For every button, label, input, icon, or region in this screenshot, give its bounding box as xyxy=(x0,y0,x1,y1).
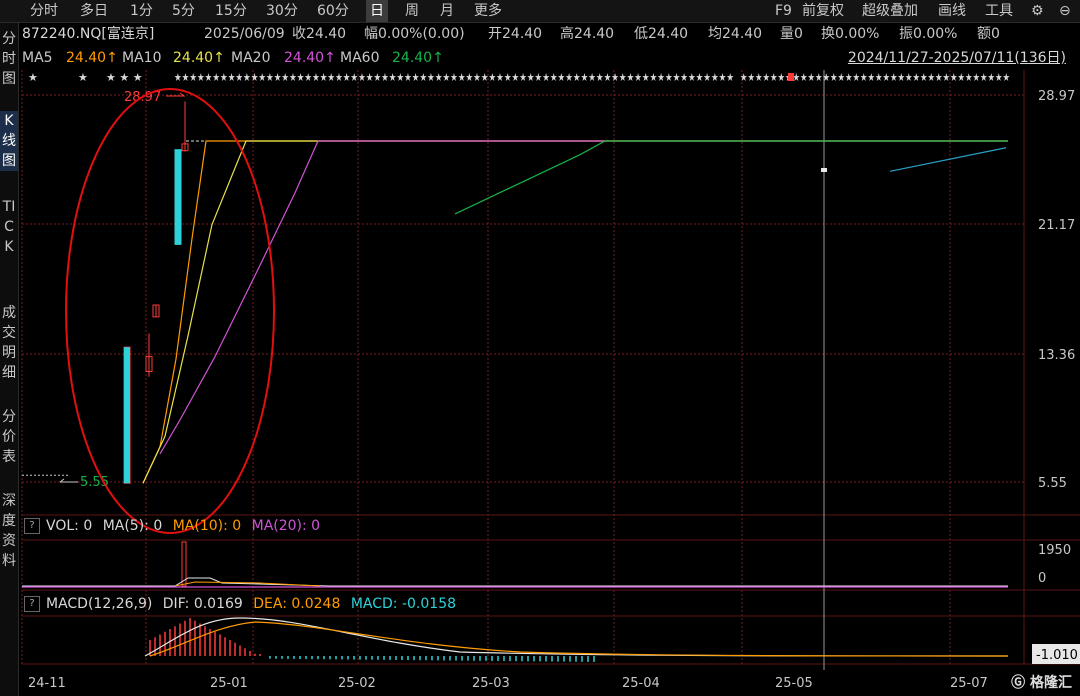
star-marker: ★ xyxy=(78,71,88,84)
x-tick-label: 25-07 xyxy=(950,676,988,691)
help-icon[interactable]: ? xyxy=(24,518,40,534)
event-marker-red xyxy=(788,73,794,81)
volume-tick-label: 1950 xyxy=(1038,543,1071,558)
event-markers: ★ ★ ★ ★ ★ ★★★★★★★★★★★★★★★★★★★★★★★★★★★★★★★★★… xyxy=(28,71,1010,84)
star-marker: ★ ★ ★ xyxy=(106,71,143,84)
highlight-circle xyxy=(65,88,275,534)
x-tick-label: 25-02 xyxy=(338,676,376,691)
ma-line xyxy=(454,140,1008,215)
vol-ma10: MA(10): 0 xyxy=(172,518,242,534)
macd-value: MACD: -0.0158 xyxy=(350,596,457,612)
help-icon[interactable]: ? xyxy=(24,596,40,612)
crosshair-marker xyxy=(821,168,827,172)
x-tick-label: 25-04 xyxy=(622,676,660,691)
star-marker: ★ xyxy=(28,71,38,84)
vol-ma5: MA(5): 0 xyxy=(102,518,163,534)
macd-legend: ? MACD(12,26,9) DIF: 0.0169 DEA: 0.0248 M… xyxy=(24,595,456,613)
macd-dea-line xyxy=(149,621,1009,657)
price-tick-label: 5.55 xyxy=(1038,476,1067,491)
macd-dif: DIF: 0.0169 xyxy=(162,596,243,612)
vol-ma20: MA(20): 0 xyxy=(251,518,321,534)
ma-line xyxy=(142,140,1008,484)
price-tick-label: 13.36 xyxy=(1038,348,1075,363)
star-marker-row: ★★★★★★★★★★★★★★★★★★★★★★★★★★★★★★★★★★★★ xyxy=(740,71,1010,84)
volume-ma-line xyxy=(22,577,1008,587)
vol-value: VOL: 0 xyxy=(46,518,93,534)
kline-chart[interactable]: ★ ★ ★ ★ ★ ★★★★★★★★★★★★★★★★★★★★★★★★★★★★★★★★★… xyxy=(0,0,1080,696)
ma-line xyxy=(159,140,1008,455)
macd-dea: DEA: 0.0248 xyxy=(253,596,341,612)
price-tick-label: 28.97 xyxy=(1038,89,1075,104)
x-tick-label: 25-01 xyxy=(210,676,248,691)
x-tick-label: 25-03 xyxy=(472,676,510,691)
volume-tick-label: 0 xyxy=(1038,571,1046,586)
macd-tick-label: -1.010 xyxy=(1036,648,1078,663)
ma-line xyxy=(142,140,1008,484)
candle-body-big xyxy=(124,347,130,484)
x-tick-label: 25-05 xyxy=(775,676,813,691)
macd-title: MACD(12,26,9) xyxy=(46,596,153,612)
volume-legend: ? VOL: 0 MA(5): 0 MA(10): 0 MA(20): 0 xyxy=(24,517,320,535)
star-marker-row: ★★★★★★★★★★★★★★★★★★★★★★★★★★★★★★★★★★★★★★★★… xyxy=(174,71,734,84)
brand-logo: Ⓖ 格隆汇 xyxy=(1011,675,1072,691)
min-arrow xyxy=(59,478,78,483)
price-tick-label: 21.17 xyxy=(1038,218,1075,233)
ma-line xyxy=(889,147,1007,172)
candle-body xyxy=(174,149,182,245)
x-tick-label: 24-11 xyxy=(28,676,66,691)
